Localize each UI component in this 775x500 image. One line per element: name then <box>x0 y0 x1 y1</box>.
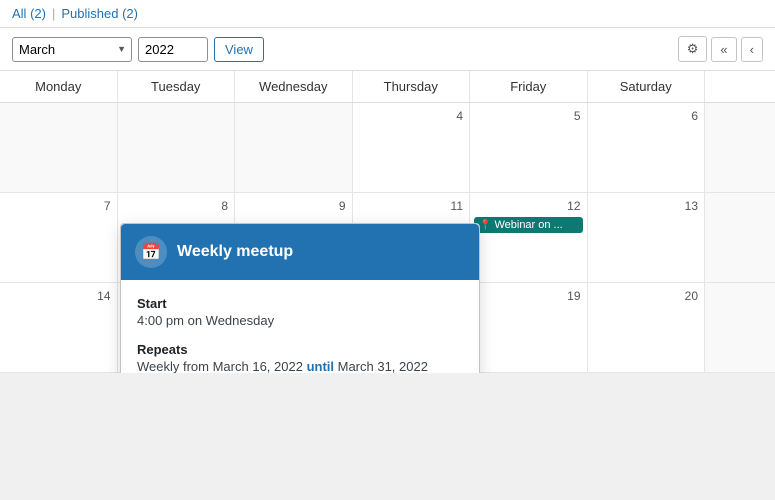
day-number-7: 7 <box>4 197 113 215</box>
cell-day-13[interactable]: 13 <box>588 193 706 283</box>
cell-empty-2 <box>118 103 236 193</box>
cell-extra-row2 <box>705 193 775 283</box>
day-number-11: 11 <box>357 197 466 215</box>
cell-day-14[interactable]: 14 <box>0 283 118 373</box>
calendar-header: Monday Tuesday Wednesday Thursday Friday… <box>0 71 775 103</box>
cell-day-6[interactable]: 6 <box>588 103 706 193</box>
calendar-icon: 📅 <box>141 242 161 262</box>
popup-title: Weekly meetup <box>177 243 293 261</box>
header-tuesday: Tuesday <box>118 71 236 102</box>
toolbar: March January February April View ⚙ « ‹ <box>0 28 775 71</box>
month-select[interactable]: March January February April <box>12 37 132 62</box>
nav-published-count: (2) <box>122 6 138 21</box>
cell-day-7[interactable]: 7 <box>0 193 118 283</box>
cell-day-19[interactable]: 19 <box>470 283 588 373</box>
nav-published-label: Published <box>61 6 118 21</box>
popup-start-label: Start <box>137 296 463 311</box>
day-number-8: 8 <box>122 197 231 215</box>
toolbar-right: ⚙ « ‹ <box>678 36 763 62</box>
popup-start-field: Start 4:00 pm on Wednesday <box>137 296 463 328</box>
popup-repeats-field: Repeats Weekly from March 16, 2022 until… <box>137 342 463 373</box>
popup-repeats-label: Repeats <box>137 342 463 357</box>
header-extra <box>705 71 775 102</box>
day-number-19: 19 <box>474 287 583 305</box>
day-number-9: 9 <box>239 197 348 215</box>
calendar-container: Monday Tuesday Wednesday Thursday Friday… <box>0 71 775 373</box>
year-input[interactable] <box>138 37 208 62</box>
month-wrapper: March January February April <box>12 37 132 62</box>
cell-extra-row3 <box>705 283 775 373</box>
prev-button[interactable]: ‹ <box>741 37 763 62</box>
nav-all-label: All <box>12 6 26 21</box>
settings-button[interactable]: ⚙ <box>678 36 708 62</box>
day-number-13: 13 <box>592 197 701 215</box>
header-friday: Friday <box>470 71 588 102</box>
popup-start-value: 4:00 pm on Wednesday <box>137 313 463 328</box>
cell-day-4[interactable]: 4 <box>353 103 471 193</box>
cell-empty-1 <box>0 103 118 193</box>
day-number-6: 6 <box>592 107 701 125</box>
view-button[interactable]: View <box>214 37 264 62</box>
day-number-12: 12 <box>474 197 583 215</box>
nav-published-link[interactable]: Published (2) <box>61 6 138 21</box>
popup-repeats-pre: Weekly from March 16, 2022 <box>137 359 307 373</box>
day-number-14: 14 <box>4 287 113 305</box>
popup-repeats-post: March 31, 2022 <box>334 359 428 373</box>
top-navigation: All (2) | Published (2) <box>0 0 775 28</box>
popup-header: 📅 Weekly meetup <box>121 224 479 280</box>
day-number-4: 4 <box>357 107 466 125</box>
header-wednesday: Wednesday <box>235 71 353 102</box>
calendar-row-1: 4 5 6 <box>0 103 775 193</box>
cell-day-5[interactable]: 5 <box>470 103 588 193</box>
event-webinar-label: Webinar on ... <box>494 219 562 231</box>
header-monday: Monday <box>0 71 118 102</box>
popup-repeats-until: until <box>307 359 334 373</box>
prev-prev-button[interactable]: « <box>711 37 736 62</box>
popup-body: Start 4:00 pm on Wednesday Repeats Weekl… <box>121 280 479 373</box>
popup-repeats-value: Weekly from March 16, 2022 until March 3… <box>137 359 463 373</box>
nav-all-link[interactable]: All (2) <box>12 6 46 21</box>
cell-day-12[interactable]: 12 📍 Webinar on ... <box>470 193 588 283</box>
popup-calendar-icon: 📅 <box>135 236 167 268</box>
day-number-20: 20 <box>592 287 701 305</box>
calendar-row-2-wrapper: 7 8 9 11 12 📍 Webinar on ... <box>0 193 775 283</box>
cell-day-20[interactable]: 20 <box>588 283 706 373</box>
nav-all-count: (2) <box>30 6 46 21</box>
event-popup: 📅 Weekly meetup Start 4:00 pm on Wednesd… <box>120 223 480 373</box>
calendar-body: 4 5 6 7 8 9 11 <box>0 103 775 373</box>
header-thursday: Thursday <box>353 71 471 102</box>
cell-empty-3 <box>235 103 353 193</box>
map-pin-icon: 📍 <box>479 220 491 231</box>
event-webinar[interactable]: 📍 Webinar on ... <box>474 217 583 233</box>
day-number-5: 5 <box>474 107 583 125</box>
nav-separator: | <box>52 6 55 21</box>
cell-extra-row1 <box>705 103 775 193</box>
header-saturday: Saturday <box>588 71 706 102</box>
